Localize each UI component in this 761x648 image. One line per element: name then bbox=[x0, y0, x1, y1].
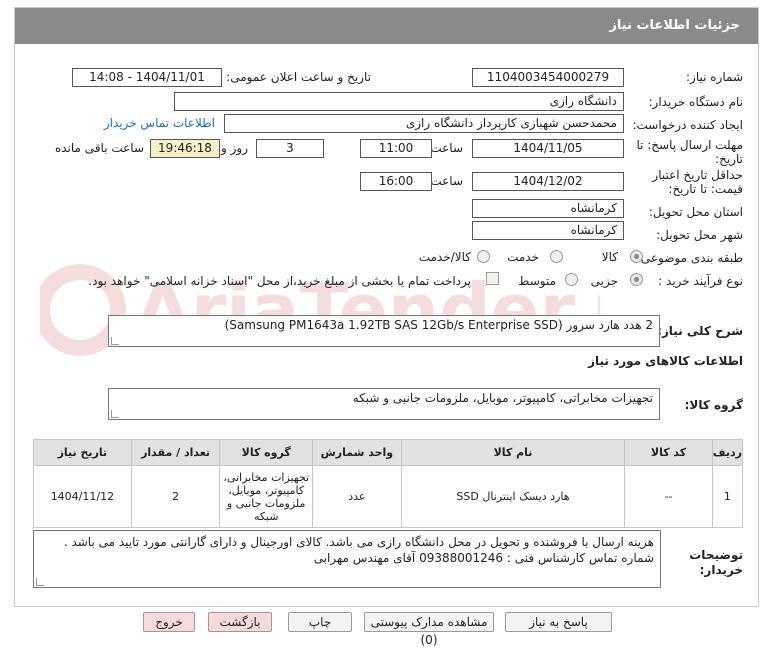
back-button[interactable]: بازگشت bbox=[208, 612, 272, 632]
resize-handle-icon[interactable] bbox=[111, 410, 119, 418]
category-label: طبقه بندی موضوعی: bbox=[636, 251, 743, 265]
category-radio-goods[interactable] bbox=[630, 250, 643, 263]
creator-field: محمدحسن شهبازی کارپرداز دانشگاه رازی bbox=[224, 114, 624, 133]
category-option-goods-service: کالا/خدمت bbox=[418, 250, 471, 264]
city-field: کرمانشاه bbox=[472, 221, 624, 240]
category-option-goods: کالا bbox=[601, 250, 618, 264]
summary-text: 2 هدد هارد سرور (Samsung PM1643a 1.92TB … bbox=[224, 318, 653, 332]
col-header-name: نام کالا bbox=[400, 439, 626, 466]
process-option-minor: جزیی bbox=[590, 274, 618, 288]
cell-qty: 2 bbox=[130, 465, 221, 528]
goods-group-text: تجهیزات مخابراتی، کامپیوتر، موبایل، ملزو… bbox=[352, 391, 653, 405]
summary-label: شرح کلی نیاز: bbox=[657, 324, 743, 338]
process-radio-minor[interactable] bbox=[630, 273, 643, 286]
category-option-service: خدمت bbox=[507, 250, 539, 264]
days-field: 3 bbox=[256, 139, 324, 158]
cell-code: -- bbox=[624, 465, 713, 528]
col-header-qty: تعداد / مقدار bbox=[130, 439, 221, 466]
notes-textarea[interactable]: هزینه ارسال با فروشنده و تحویل در محل دا… bbox=[33, 530, 661, 588]
need-number-label: شماره نیاز: bbox=[686, 70, 743, 84]
notes-line-2: شماره تماس کارشناس فنی : 09388001246 آقا… bbox=[313, 551, 654, 565]
days-label: روز و bbox=[221, 141, 248, 155]
cell-unit: عدد bbox=[312, 465, 402, 528]
notes-label: توضیحات bbox=[689, 548, 743, 562]
cell-row: 1 bbox=[711, 465, 744, 528]
deadline-date-field: 1404/11/05 bbox=[472, 139, 624, 158]
summary-textarea[interactable]: 2 هدد هارد سرور (Samsung PM1643a 1.92TB … bbox=[108, 315, 660, 347]
remaining-time-field: 19:46:18 bbox=[150, 139, 220, 158]
col-header-row: ردیف bbox=[711, 439, 744, 466]
city-label: شهر محل تحویل: bbox=[656, 228, 743, 242]
goods-table: ردیف کد کالا نام کالا واحد شمارش گروه کا… bbox=[33, 439, 744, 528]
category-radio-service[interactable] bbox=[550, 250, 563, 263]
process-radio-medium[interactable] bbox=[565, 273, 578, 286]
province-field: کرمانشاه bbox=[472, 199, 624, 218]
deadline-time-field: 11:00 bbox=[360, 139, 432, 158]
treasury-payment-checkbox[interactable] bbox=[486, 272, 499, 285]
col-header-date: تاریخ نیاز bbox=[33, 439, 132, 466]
cell-group: تجهیزات مخابراتی، کامپیوتر، موبایل، ملزو… bbox=[219, 465, 314, 528]
contact-info-link[interactable]: اطلاعات تماس خریدار bbox=[104, 116, 215, 130]
table-header-row: ردیف کد کالا نام کالا واحد شمارش گروه کا… bbox=[33, 439, 744, 466]
payment-note: پرداخت تمام یا بخشی از مبلغ خرید،از محل … bbox=[88, 274, 471, 288]
creator-label: ایجاد کننده درخواست: bbox=[632, 118, 743, 132]
need-number-field: 1104003454000279 bbox=[472, 68, 624, 87]
goods-info-title: اطلاعات کالاهای مورد نیاز bbox=[588, 354, 743, 368]
validity-hour-label: ساعت bbox=[430, 174, 463, 188]
cell-name: هارد دیسک اینترنال SSD bbox=[400, 465, 626, 528]
category-radio-goods-service[interactable] bbox=[477, 250, 490, 263]
deadline-label: مهلت ارسال پاسخ: تا bbox=[636, 138, 743, 152]
province-label: استان محل تحویل: bbox=[648, 205, 743, 219]
process-option-medium: متوسط bbox=[518, 274, 556, 288]
resize-handle-icon[interactable] bbox=[111, 337, 119, 345]
col-header-code: کد کالا bbox=[624, 439, 713, 466]
print-button[interactable]: چاپ bbox=[288, 612, 352, 632]
table-row: 1 -- هارد دیسک اینترنال SSD عدد تجهیزات … bbox=[33, 465, 744, 528]
exit-button[interactable]: خروج bbox=[143, 612, 195, 632]
validity-label: حداقل تاریخ اعتبار bbox=[652, 168, 743, 182]
cell-date: 1404/11/12 bbox=[33, 465, 132, 528]
deadline-label-2: تاریخ: bbox=[715, 152, 743, 166]
validity-label-2: قیمت: تا تاریخ: bbox=[668, 182, 743, 196]
reply-button[interactable]: پاسخ به نیاز bbox=[505, 612, 612, 632]
notes-label-2: خریدار: bbox=[699, 563, 743, 577]
goods-group-textarea[interactable]: تجهیزات مخابراتی، کامپیوتر، موبایل، ملزو… bbox=[108, 388, 660, 420]
buyer-org-field: دانشگاه رازی bbox=[174, 92, 624, 111]
deadline-hour-label: ساعت bbox=[430, 141, 463, 155]
notes-line-1: هزینه ارسال با فروشنده و تحویل در محل دا… bbox=[63, 535, 654, 549]
process-label: نوع فرآیند خرید : bbox=[658, 274, 743, 288]
attachments-button[interactable]: مشاهده مدارک پیوستی (0) bbox=[364, 612, 494, 647]
validity-date-field: 1404/12/02 bbox=[472, 172, 624, 191]
page-title: جزئیات اطلاعات نیاز bbox=[15, 8, 758, 44]
announce-label: تاریخ و ساعت اعلان عمومی: bbox=[226, 70, 371, 84]
col-header-group: گروه کالا bbox=[219, 439, 314, 466]
col-header-unit: واحد شمارش bbox=[312, 439, 402, 466]
validity-time-field: 16:00 bbox=[360, 172, 432, 191]
remaining-label: ساعت باقی مانده bbox=[54, 141, 144, 155]
announce-field: 1404/11/01 - 14:08 bbox=[72, 68, 222, 87]
goods-group-label: گروه کالا: bbox=[684, 398, 743, 412]
resize-handle-icon[interactable] bbox=[36, 578, 44, 586]
buyer-org-label: نام دستگاه خریدار: bbox=[648, 95, 744, 109]
